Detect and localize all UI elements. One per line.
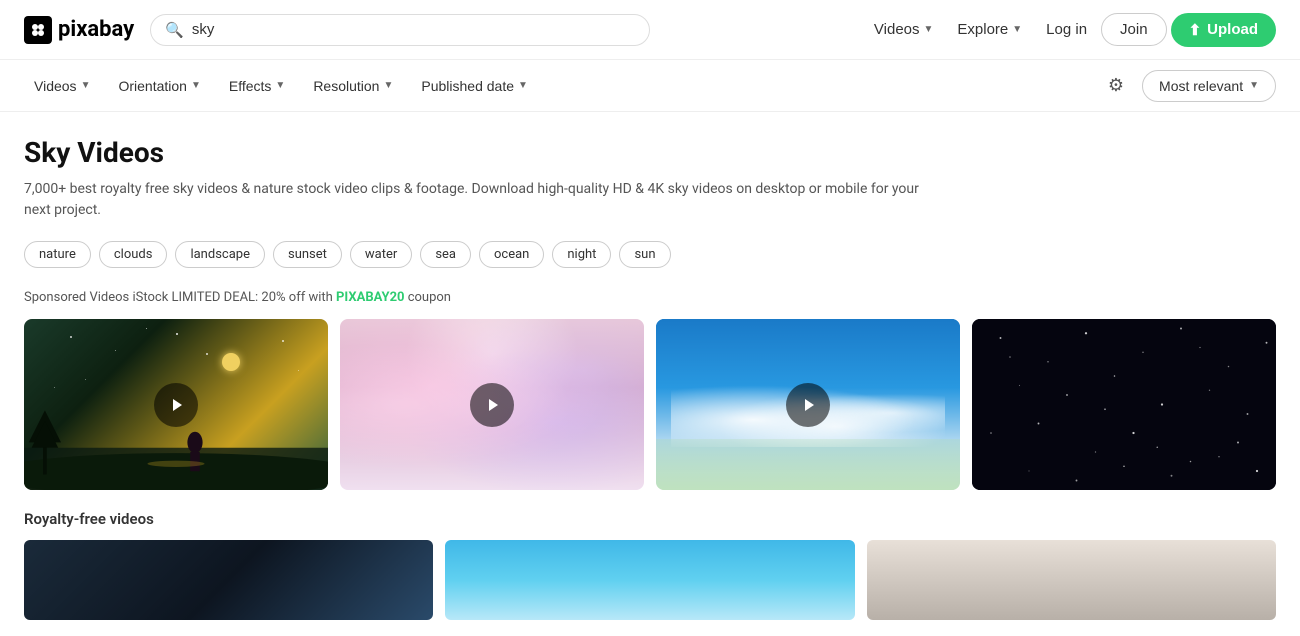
preview-card-2[interactable] [445,540,854,620]
video-grid: View more ↗ [24,319,1276,490]
chevron-down-icon: ▼ [518,80,528,91]
chevron-down-icon: ▼ [1012,24,1022,35]
tags-container: nature clouds landscape sunset water sea… [24,241,1276,268]
filter-videos[interactable]: Videos ▼ [24,72,100,100]
play-button-2[interactable] [470,383,514,427]
sort-button[interactable]: Most relevant ▼ [1142,70,1276,102]
chevron-down-icon: ▼ [383,80,393,91]
tag-landscape[interactable]: landscape [175,241,265,268]
play-icon [167,396,185,414]
filter-effects[interactable]: Effects ▼ [219,72,295,100]
play-icon [799,396,817,414]
coupon-link[interactable]: PIXABAY20 [336,290,404,305]
nav-videos[interactable]: Videos ▼ [864,15,944,44]
play-button-3[interactable] [786,383,830,427]
filter-orientation[interactable]: Orientation ▼ [108,72,210,100]
search-bar: 🔍 [150,14,650,46]
play-icon [483,396,501,414]
tag-water[interactable]: water [350,241,412,268]
tag-sea[interactable]: sea [420,241,471,268]
logo-text: pixabay [58,17,134,42]
filter-bar: Videos ▼ Orientation ▼ Effects ▼ Resolut… [0,60,1300,112]
preview-strip [24,540,1276,620]
video-card-1[interactable] [24,319,328,490]
chevron-down-icon: ▼ [1249,80,1259,91]
starfield [972,319,1276,490]
tag-sunset[interactable]: sunset [273,241,342,268]
video-card-2[interactable] [340,319,644,490]
chevron-down-icon: ▼ [81,80,91,91]
tag-ocean[interactable]: ocean [479,241,544,268]
filter-resolution[interactable]: Resolution ▼ [303,72,403,100]
header-nav: Videos ▼ Explore ▼ Log in Join ⬆ Upload [864,13,1276,47]
preview-card-1[interactable] [24,540,433,620]
chevron-down-icon: ▼ [924,24,934,35]
tag-clouds[interactable]: clouds [99,241,168,268]
video-card-4[interactable]: View more ↗ [972,319,1276,490]
search-input[interactable] [192,21,635,38]
search-icon: 🔍 [165,21,184,39]
nav-login[interactable]: Log in [1036,15,1097,44]
page-description: 7,000+ best royalty free sky videos & na… [24,179,924,221]
filter-published-date[interactable]: Published date ▼ [411,72,538,100]
tag-nature[interactable]: nature [24,241,91,268]
logo[interactable]: pixabay [24,16,134,44]
ground-layer [656,439,960,490]
royalty-free-section: Royalty-free videos [24,510,1276,620]
logo-icon [24,16,52,44]
chevron-down-icon: ▼ [275,80,285,91]
section-label: Royalty-free videos [24,510,1276,528]
settings-icon[interactable]: ⚙ [1098,69,1134,102]
chevron-down-icon: ▼ [191,80,201,91]
main-content: Sky Videos 7,000+ best royalty free sky … [0,112,1300,636]
moon [222,353,240,371]
play-button-1[interactable] [154,383,198,427]
sponsored-bar: Sponsored Videos iStock LIMITED DEAL: 20… [24,290,1276,305]
preview-card-3[interactable] [867,540,1276,620]
page-title: Sky Videos [24,136,1276,169]
header: pixabay 🔍 Videos ▼ Explore ▼ Log in Join… [0,0,1300,60]
join-button[interactable]: Join [1101,13,1167,46]
upload-button[interactable]: ⬆ Upload [1171,13,1276,47]
stars-svg [972,319,1276,490]
nav-explore[interactable]: Explore ▼ [947,15,1032,44]
upload-icon: ⬆ [1189,21,1202,39]
video-card-3[interactable] [656,319,960,490]
tag-night[interactable]: night [552,241,611,268]
tag-sun[interactable]: sun [619,241,670,268]
